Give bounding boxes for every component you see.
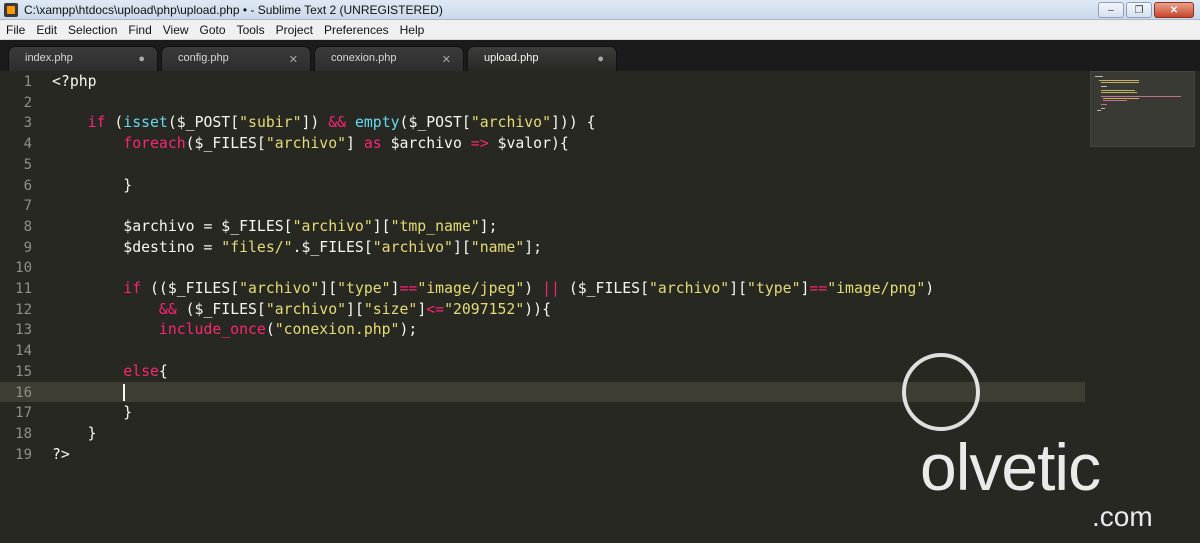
close-button[interactable]: ✕ [1154,2,1194,18]
speech-bubble-logo-icon [902,353,980,431]
code-line[interactable]: <?php [52,73,97,90]
line-number: 7 [23,198,32,215]
menu-preferences[interactable]: Preferences [324,23,389,37]
tab-bar: index.php ● config.php ✕ conexion.php ✕ … [0,40,1200,71]
unsaved-dot-icon[interactable]: ● [597,53,604,65]
code-line[interactable]: } [52,425,97,442]
menu-goto[interactable]: Goto [200,23,226,37]
window-title: C:\xampp\htdocs\upload\php\upload.php • … [24,3,443,17]
menu-view[interactable]: View [163,23,189,37]
watermark-brand: olvetic [920,430,1101,504]
line-number: 17 [15,405,32,422]
code-line[interactable] [52,383,126,402]
maximize-button[interactable]: ❐ [1126,2,1152,18]
minimize-button[interactable]: – [1098,2,1124,18]
menu-find[interactable]: Find [128,23,151,37]
line-number: 3 [23,115,32,132]
tab-label: config.php [178,52,229,64]
text-cursor [123,383,126,401]
tab-upload-php[interactable]: upload.php ● [467,46,617,71]
line-number: 8 [23,218,32,235]
code-line[interactable]: ?> [52,446,70,463]
line-number-gutter: 1 2 3 4 5 6 7 8 9 10 11 12 13 14 15 16 17 18 19 [0,71,44,482]
line-number: 19 [15,446,32,463]
line-number: 4 [23,136,32,153]
line-number: 10 [15,260,32,277]
code-line[interactable]: else{ [52,363,168,380]
code-line[interactable]: include_once("conexion.php"); [52,321,417,338]
window-controls: – ❐ ✕ [1098,2,1194,18]
code-line[interactable]: if (($_FILES["archivo"]["type"]=="image/… [52,280,934,297]
watermark-suffix: .com [1092,501,1153,532]
code-line[interactable]: && ($_FILES["archivo"]["size"]<="2097152… [52,301,551,318]
code-line[interactable]: } [52,404,132,421]
line-number: 9 [23,239,32,256]
menu-help[interactable]: Help [400,23,425,37]
title-bar: C:\xampp\htdocs\upload\php\upload.php • … [0,0,1200,20]
menu-edit[interactable]: Edit [36,23,57,37]
line-number: 13 [15,322,32,339]
close-tab-icon[interactable]: ✕ [289,53,298,66]
line-number: 6 [23,177,32,194]
unsaved-dot-icon[interactable]: ● [138,53,145,65]
tab-index-php[interactable]: index.php ● [8,46,158,71]
menu-project[interactable]: Project [276,23,313,37]
tab-label: upload.php [484,52,539,64]
line-number: 1 [23,74,32,90]
solvetic-watermark: olvetic .com [880,353,1170,543]
code-line[interactable]: if (isset($_POST["subir"]) && empty($_PO… [52,114,596,131]
menu-tools[interactable]: Tools [237,23,265,37]
menu-bar: File Edit Selection Find View Goto Tools… [0,20,1200,40]
close-tab-icon[interactable]: ✕ [442,53,451,66]
tab-label: conexion.php [331,52,397,64]
line-number: 16 [15,384,32,401]
line-number: 11 [15,281,32,297]
line-number: 14 [15,343,32,360]
tab-config-php[interactable]: config.php ✕ [161,46,311,71]
code-line[interactable]: $destino = "files/".$_FILES["archivo"]["… [52,239,542,256]
minimap[interactable] [1090,71,1195,147]
code-editor[interactable]: 1 2 3 4 5 6 7 8 9 10 11 12 13 14 15 16 17 18 19 <?php if (… [0,71,1200,532]
code-line[interactable]: $archivo = $_FILES["archivo"]["tmp_name"… [52,218,497,235]
sublime-text-icon [4,3,18,17]
line-number: 5 [23,156,32,173]
tab-label: index.php [25,52,73,64]
line-number: 18 [15,425,32,442]
code-line[interactable]: } [52,177,132,194]
line-number: 12 [15,301,32,318]
menu-selection[interactable]: Selection [68,23,117,37]
code-line[interactable]: foreach($_FILES["archivo"] as $archivo =… [52,135,569,152]
tab-conexion-php[interactable]: conexion.php ✕ [314,46,464,71]
line-number: 15 [15,363,32,380]
menu-file[interactable]: File [6,23,25,37]
line-number: 2 [23,94,32,111]
